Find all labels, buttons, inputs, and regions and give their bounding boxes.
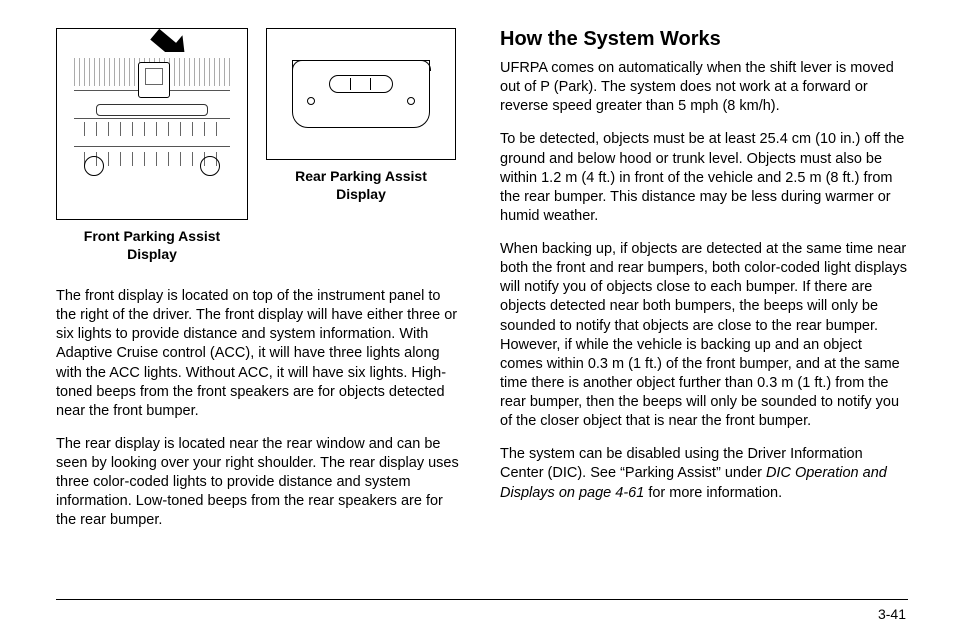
rear-figure-group: Rear Parking Assist Display [266, 28, 456, 203]
system-activation-paragraph: UFRPA comes on automatically when the sh… [500, 59, 908, 116]
front-figure-caption: Front Parking Assist Display [84, 228, 220, 263]
page-number: 3-41 [56, 606, 908, 622]
rear-display-description: The rear display is located near the rea… [56, 435, 464, 531]
front-figure-group: Front Parking Assist Display [56, 28, 248, 263]
two-column-layout: Front Parking Assist Display Rear Parkin… [56, 28, 908, 595]
left-column: Front Parking Assist Display Rear Parkin… [56, 28, 464, 595]
section-heading: How the System Works [500, 28, 908, 51]
rear-figure-caption: Rear Parking Assist Display [295, 168, 427, 203]
front-display-description: The front display is located on top of t… [56, 287, 464, 421]
front-parking-assist-figure [56, 28, 248, 220]
rear-parking-assist-figure [266, 28, 456, 160]
disable-system-text-post: for more information. [644, 485, 782, 501]
backup-behavior-paragraph: When backing up, if objects are detected… [500, 240, 908, 431]
detection-range-paragraph: To be detected, objects must be at least… [500, 130, 908, 226]
disable-system-paragraph: The system can be disabled using the Dri… [500, 445, 908, 502]
figure-row: Front Parking Assist Display Rear Parkin… [56, 28, 464, 263]
front-display-illustration [64, 36, 240, 212]
manual-page: Front Parking Assist Display Rear Parkin… [0, 0, 954, 638]
rear-display-illustration [274, 36, 448, 152]
footer-rule [56, 599, 908, 600]
right-column: How the System Works UFRPA comes on auto… [500, 28, 908, 595]
